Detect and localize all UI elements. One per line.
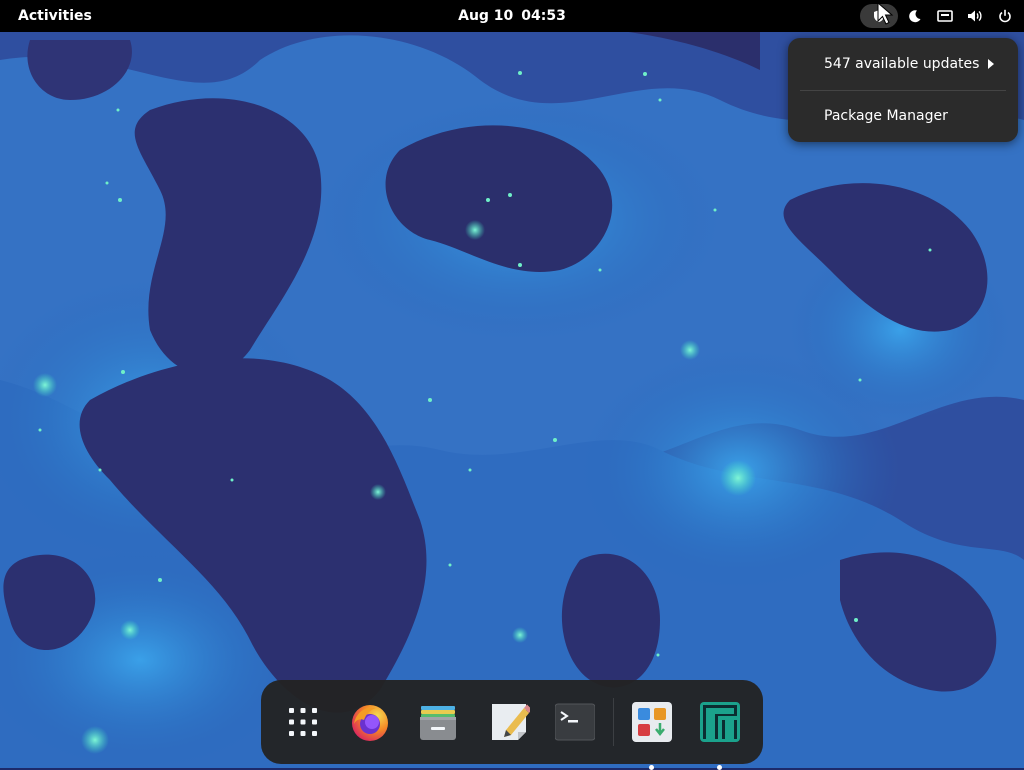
available-updates-menu-item[interactable]: 547 available updates: [788, 46, 1018, 82]
night-light-indicator[interactable]: [902, 3, 928, 29]
network-indicator[interactable]: [932, 3, 958, 29]
firefox-launcher[interactable]: [350, 702, 390, 742]
dock: [261, 680, 763, 764]
dock-separator: [613, 698, 614, 746]
activities-button[interactable]: Activities: [8, 4, 102, 28]
software-store-icon: [632, 702, 672, 742]
show-apps-button[interactable]: [283, 702, 323, 742]
app-grid-icon: [289, 708, 317, 736]
package-manager-menu-item[interactable]: Package Manager: [788, 98, 1018, 134]
night-light-icon: [909, 10, 921, 23]
top-bar: Activities Aug 10 04:53: [0, 0, 1024, 32]
manjaro-logo-icon: [700, 702, 740, 742]
menu-separator: [800, 90, 1006, 91]
mouse-cursor-icon: [877, 2, 894, 25]
network-wired-icon: [937, 10, 953, 22]
files-launcher[interactable]: [418, 702, 458, 742]
terminal-launcher[interactable]: [554, 702, 596, 742]
submenu-arrow-icon: [988, 59, 994, 69]
file-cabinet-icon: [420, 706, 456, 740]
clock-date: Aug 10: [458, 8, 514, 24]
power-icon: [999, 9, 1011, 23]
updates-popup-menu: 547 available updates Package Manager: [788, 38, 1018, 142]
manjaro-launcher[interactable]: [700, 702, 740, 742]
volume-icon: [968, 10, 982, 22]
text-editor-icon: [492, 704, 532, 740]
software-launcher[interactable]: [632, 702, 672, 742]
terminal-icon: [554, 703, 596, 741]
firefox-icon: [352, 705, 388, 741]
date-time-clock[interactable]: Aug 10 04:53: [442, 4, 582, 28]
available-updates-label: 547 available updates: [824, 56, 980, 72]
volume-indicator[interactable]: [962, 3, 988, 29]
power-indicator[interactable]: [992, 3, 1018, 29]
clock-time: 04:53: [521, 8, 566, 24]
text-editor-launcher[interactable]: [490, 702, 532, 742]
package-manager-label: Package Manager: [824, 108, 948, 124]
